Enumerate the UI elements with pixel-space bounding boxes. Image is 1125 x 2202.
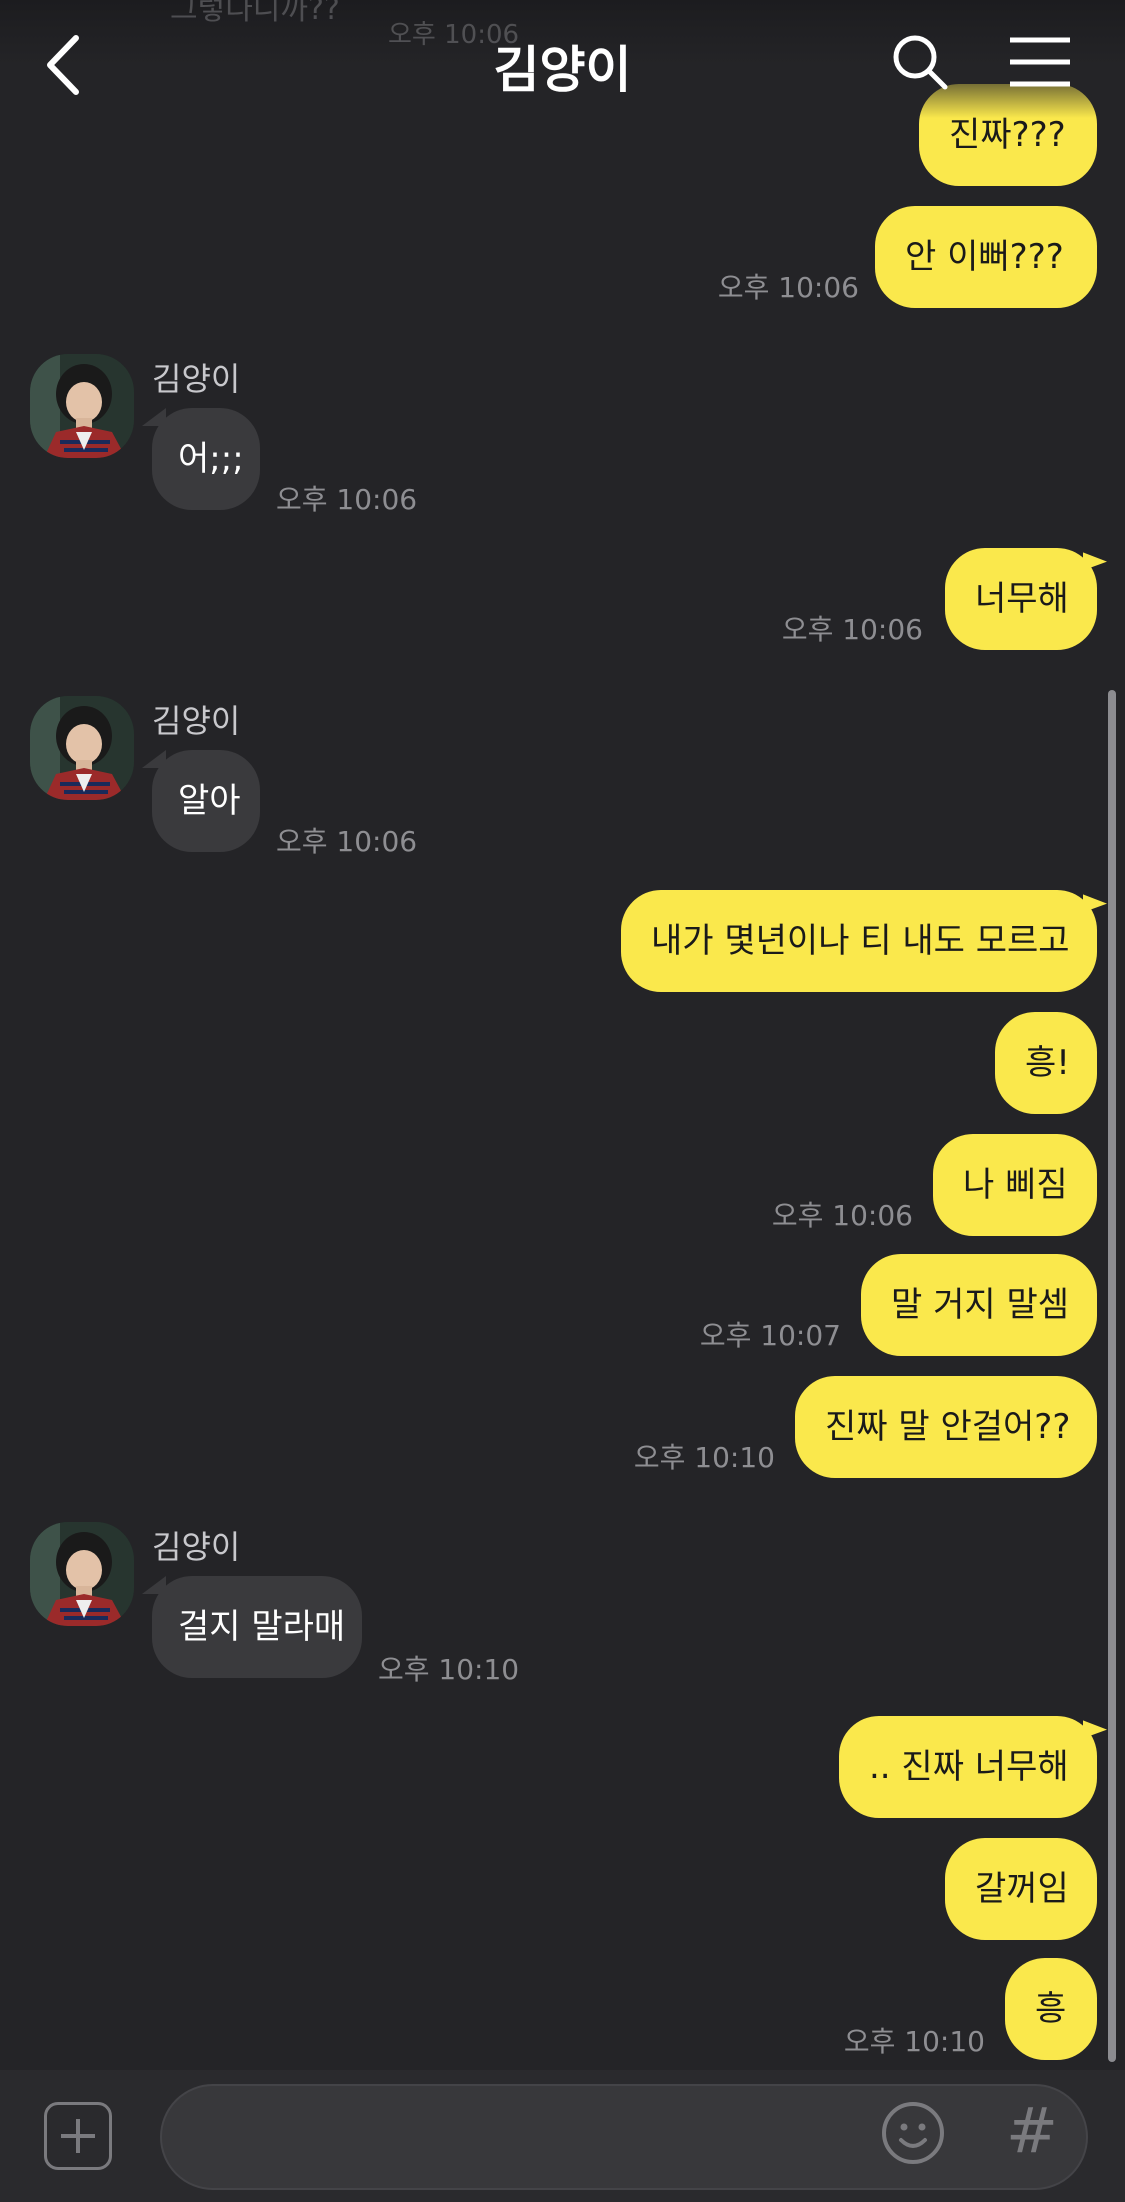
message-bubble[interactable]: 흥! (995, 1012, 1097, 1114)
message-bubble[interactable]: 알아 (142, 750, 260, 852)
message-bubble[interactable]: 말 거지 말셈 (861, 1254, 1097, 1356)
message-text: 내가 몇년이나 티 내도 모르고 (651, 921, 1070, 961)
message-bubble[interactable]: 흥 (1005, 1958, 1097, 2060)
message-time: 오후 10:06 (717, 271, 859, 304)
message-bubble[interactable]: 너무해 (945, 548, 1097, 650)
message-text: 말 거지 말셈 (891, 1285, 1070, 1325)
message-time: 오후 10:06 (276, 483, 418, 516)
emoji-button[interactable] (880, 2100, 946, 2166)
emoji-icon (882, 2102, 944, 2164)
avatar[interactable] (30, 1522, 134, 1626)
search-button[interactable] (890, 32, 950, 92)
message-text: 알아 (178, 781, 241, 821)
message-text: 갈꺼임 (975, 1869, 1069, 1909)
search-icon (893, 35, 948, 90)
message-text: .. 진짜 너무해 (869, 1747, 1069, 1787)
message-bubble[interactable]: 내가 몇년이나 티 내도 모르고 (621, 890, 1097, 992)
sender-name: 김양이 (152, 360, 241, 398)
message-bubble[interactable]: 걸지 말라매 (142, 1576, 362, 1678)
message-time: 오후 10:06 (276, 825, 418, 858)
message-text: 흥 (1035, 1989, 1067, 2029)
message-text: 너무해 (975, 579, 1069, 619)
chat-title: 김양이 (493, 41, 632, 99)
message-bubble[interactable]: 나 삐짐 (933, 1134, 1097, 1236)
message-input[interactable] (160, 2084, 1088, 2190)
message-bubble[interactable]: .. 진짜 너무해 (839, 1716, 1097, 1818)
message-bubble[interactable]: 어;;; (142, 408, 260, 510)
chat-header: 그렇다니까?? 오후 10:06 김양이 (0, 0, 1125, 130)
menu-icon (1010, 37, 1070, 87)
message-bubble[interactable]: 갈꺼임 (945, 1838, 1097, 1940)
plus-icon (61, 2119, 95, 2153)
attach-button[interactable] (44, 2102, 112, 2170)
message-text: 걸지 말라매 (178, 1607, 346, 1647)
input-bar (0, 2070, 1125, 2202)
message-text: 나 삐짐 (963, 1165, 1068, 1205)
message-time: 오후 10:10 (633, 1441, 775, 1474)
scrollbar[interactable] (1108, 690, 1116, 2062)
avatar[interactable] (30, 696, 134, 800)
message-time: 오후 10:10 (843, 2025, 985, 2058)
message-text: 흥! (1025, 1043, 1070, 1083)
sender-name: 김양이 (152, 1528, 241, 1566)
message-bubble[interactable]: 안 이뻐??? (875, 206, 1097, 308)
message-text: 어;;; (178, 439, 244, 479)
message-text: 진짜 말 안걸어?? (825, 1407, 1071, 1447)
menu-button[interactable] (1008, 36, 1072, 88)
message-time: 오후 10:07 (699, 1319, 841, 1352)
message-time: 오후 10:06 (781, 613, 923, 646)
sender-name: 김양이 (152, 702, 241, 740)
message-time: 오후 10:10 (378, 1653, 520, 1686)
message-list[interactable]: 진짜??? 안 이뻐??? 오후 10:06 김양이 어;;; 오후 10:06… (0, 0, 1125, 2070)
message-bubble[interactable]: 진짜 말 안걸어?? (795, 1376, 1097, 1478)
message-text: 안 이뻐??? (905, 237, 1064, 277)
previous-message-text: 그렇다니까?? (170, 0, 340, 27)
avatar[interactable] (30, 354, 134, 458)
hash-icon[interactable]: # (1006, 2096, 1058, 2166)
message-time: 오후 10:06 (771, 1199, 913, 1232)
